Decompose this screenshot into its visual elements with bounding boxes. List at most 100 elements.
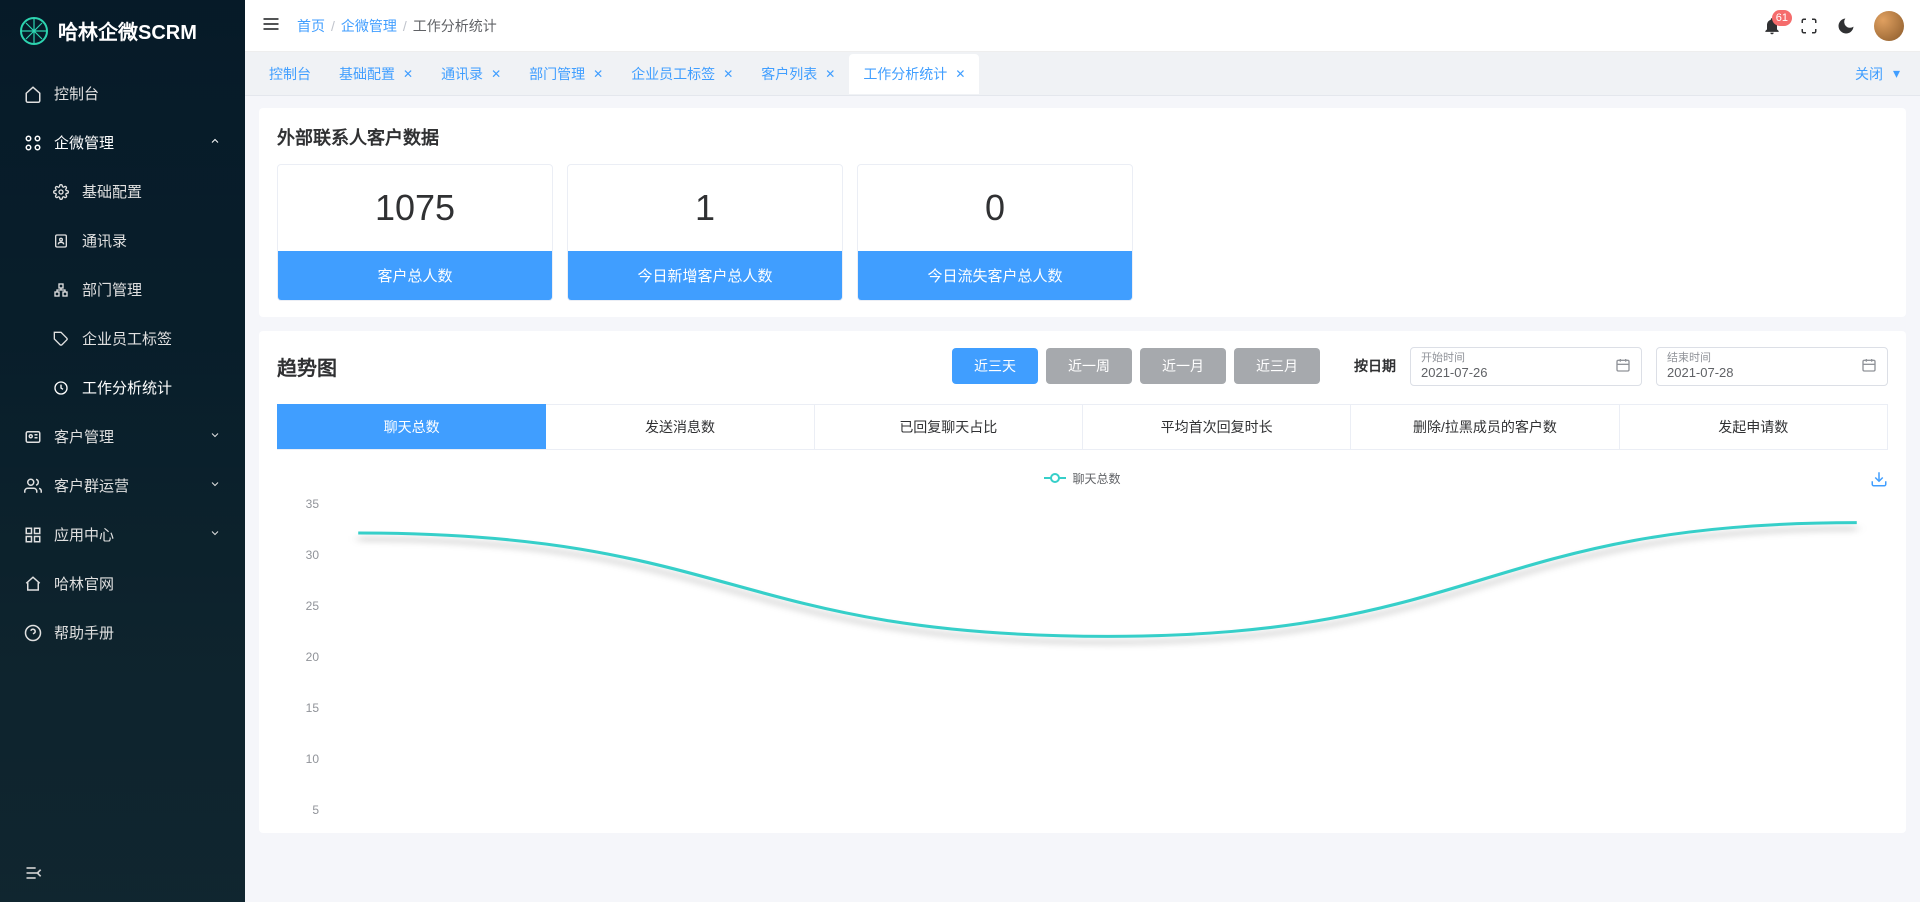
help-icon [24,624,42,642]
chart-tab-sent[interactable]: 发送消息数 [546,404,814,449]
sidebar-item-label: 基础配置 [82,181,142,202]
customer-stats-card: 外部联系人客户数据 1075 客户总人数 1 今日新增客户总人数 0 今日流失客… [259,108,1906,317]
breadcrumb-separator: / [403,18,407,34]
calendar-icon [1615,357,1631,376]
brand: 哈林企微SCRM [0,0,245,61]
notifications-button[interactable]: 61 [1762,16,1782,36]
tab-customer-list[interactable]: 客户列表 ✕ [747,54,849,94]
stat-value: 0 [858,165,1132,251]
sidebar-item-label: 客户群运营 [54,475,129,496]
sidebar-item-help[interactable]: 帮助手册 [0,608,245,657]
dark-mode-button[interactable] [1836,16,1856,36]
sidebar-item-app-center[interactable]: 应用中心 [0,510,245,559]
range-1w-button[interactable]: 近一周 [1046,348,1132,384]
range-1m-button[interactable]: 近一月 [1140,348,1226,384]
fullscreen-button[interactable] [1800,17,1818,35]
sidebar-item-work-stats[interactable]: 工作分析统计 [0,363,245,412]
breadcrumb-separator: / [331,18,335,34]
sidebar-item-label: 部门管理 [82,279,142,300]
sidebar-item-basic-config[interactable]: 基础配置 [0,167,245,216]
sidebar-item-label: 控制台 [54,83,99,104]
sidebar-item-label: 应用中心 [54,524,114,545]
brand-logo-icon [20,17,48,45]
tab-label: 工作分析统计 [863,64,947,84]
avatar[interactable] [1874,11,1904,41]
chart-plot [327,487,1888,817]
stat-label: 今日新增客户总人数 [568,251,842,300]
tab-work-stats[interactable]: 工作分析统计 ✕ [849,54,979,94]
sidebar-item-contacts[interactable]: 通讯录 [0,216,245,265]
range-3d-button[interactable]: 近三天 [952,348,1038,384]
sidebar-item-label: 通讯录 [82,230,127,251]
tab-label: 部门管理 [529,64,585,84]
notification-badge: 61 [1772,10,1792,26]
section-title: 外部联系人客户数据 [277,124,1888,150]
tabs-bar: 控制台 基础配置 ✕ 通讯录 ✕ 部门管理 ✕ 企业员工标签 ✕ 客户列表 ✕ [245,52,1920,96]
sidebar-menu: 控制台 企微管理 基础配置 通讯录 部门管理 企业员工标签 [0,61,245,847]
chart-tab-replied-pct[interactable]: 已回复聊天占比 [815,404,1083,449]
sidebar-item-dept-mgmt[interactable]: 部门管理 [0,265,245,314]
stat-label: 客户总人数 [278,251,552,300]
tab-console[interactable]: 控制台 [255,54,325,94]
sidebar-item-label: 工作分析统计 [82,377,172,398]
tab-staff-tags[interactable]: 企业员工标签 ✕ [617,54,747,94]
tab-label: 通讯录 [441,64,483,84]
tag-icon [52,331,70,347]
start-date-value: 2021-07-26 [1421,365,1488,381]
y-tick: 20 [306,650,319,664]
gear-icon [52,184,70,200]
y-tick: 30 [306,548,319,562]
y-tick: 10 [306,752,319,766]
close-icon[interactable]: ✕ [955,67,965,81]
chart-tab-apply[interactable]: 发起申请数 [1620,404,1888,449]
sidebar-item-label: 客户管理 [54,426,114,447]
collapse-sidebar-button[interactable] [24,870,44,886]
chart-tab-first-reply[interactable]: 平均首次回复时长 [1083,404,1351,449]
chevron-down-icon [209,477,221,494]
sidebar-item-label: 帮助手册 [54,622,114,643]
close-icon[interactable]: ✕ [825,67,835,81]
chevron-down-icon [209,526,221,543]
download-icon[interactable] [1870,470,1888,491]
clock-icon [52,380,70,396]
sidebar-item-label: 哈林官网 [54,573,114,594]
close-tabs-link[interactable]: 关闭 [1855,64,1883,84]
range-3m-button[interactable]: 近三月 [1234,348,1320,384]
sidebar-item-staff-tags[interactable]: 企业员工标签 [0,314,245,363]
y-tick: 25 [306,599,319,613]
sidebar-item-customer-mgmt[interactable]: 客户管理 [0,412,245,461]
trend-title: 趋势图 [277,352,337,381]
chart-tab-chat-total[interactable]: 聊天总数 [277,404,546,449]
start-date-input[interactable]: 开始时间 2021-07-26 [1410,347,1642,386]
end-date-input[interactable]: 结束时间 2021-07-28 [1656,347,1888,386]
chart-tab-removed[interactable]: 删除/拉黑成员的客户数 [1351,404,1619,449]
chart-tabs: 聊天总数 发送消息数 已回复聊天占比 平均首次回复时长 删除/拉黑成员的客户数 … [277,404,1888,450]
sidebar-item-label: 企业员工标签 [82,328,172,349]
close-icon[interactable]: ✕ [403,67,413,81]
tab-label: 基础配置 [339,64,395,84]
tab-contacts[interactable]: 通讯录 ✕ [427,54,515,94]
stat-card-lost: 0 今日流失客户总人数 [857,164,1133,301]
sidebar-item-console[interactable]: 控制台 [0,69,245,118]
home-alt-icon [24,575,42,593]
caret-down-icon[interactable]: ▾ [1893,65,1900,82]
sidebar-item-official-site[interactable]: 哈林官网 [0,559,245,608]
hamburger-icon[interactable] [261,14,281,37]
close-icon[interactable]: ✕ [491,67,501,81]
breadcrumb-current: 工作分析统计 [413,16,497,36]
tab-dept[interactable]: 部门管理 ✕ [515,54,617,94]
close-icon[interactable]: ✕ [723,67,733,81]
sidebar-item-wechat-mgmt[interactable]: 企微管理 [0,118,245,167]
nodes-icon [24,134,42,152]
grid-icon [24,526,42,544]
contacts-icon [52,233,70,249]
topbar: 首页 / 企微管理 / 工作分析统计 61 [245,0,1920,52]
close-icon[interactable]: ✕ [593,67,603,81]
sidebar: 哈林企微SCRM 控制台 企微管理 基础配置 通讯录 部门管理 [0,0,245,902]
breadcrumb-mid[interactable]: 企微管理 [341,16,397,36]
sidebar-item-group-ops[interactable]: 客户群运营 [0,461,245,510]
tab-basic-config[interactable]: 基础配置 ✕ [325,54,427,94]
tab-label: 企业员工标签 [631,64,715,84]
breadcrumb-home[interactable]: 首页 [297,16,325,36]
chevron-up-icon [209,134,221,151]
